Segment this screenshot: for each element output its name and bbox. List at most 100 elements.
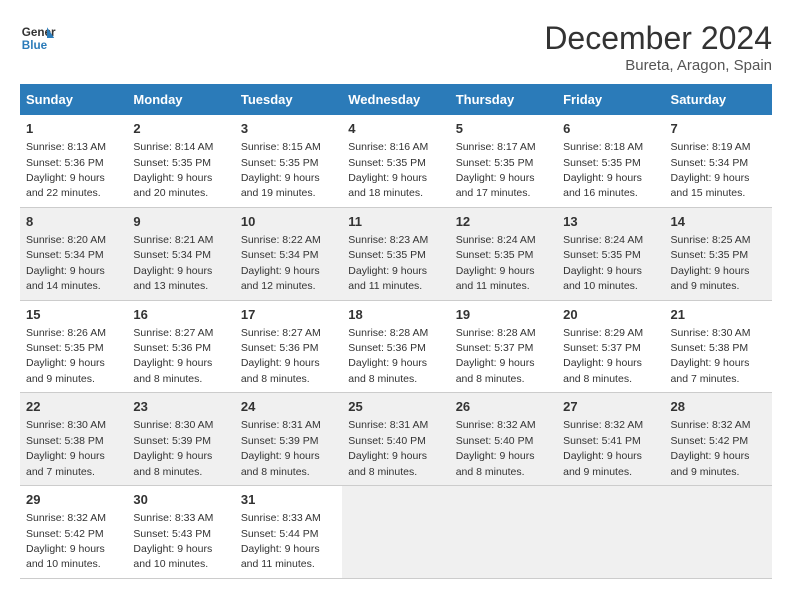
calendar-cell: 18 Sunrise: 8:28 AM Sunset: 5:36 PM Dayl… (342, 300, 449, 393)
sunset-info: Sunset: 5:38 PM (26, 435, 104, 447)
sunset-info: Sunset: 5:34 PM (26, 249, 104, 261)
day-number: 23 (133, 398, 228, 416)
daylight-info: Daylight: 9 hours and 7 minutes. (671, 357, 750, 384)
sunrise-info: Sunrise: 8:25 AM (671, 234, 751, 246)
day-number: 14 (671, 213, 766, 231)
sunrise-info: Sunrise: 8:22 AM (241, 234, 321, 246)
header-sunday: Sunday (20, 84, 127, 115)
day-number: 17 (241, 306, 336, 324)
day-number: 5 (456, 120, 551, 138)
sunrise-info: Sunrise: 8:27 AM (133, 327, 213, 339)
calendar-cell: 17 Sunrise: 8:27 AM Sunset: 5:36 PM Dayl… (235, 300, 342, 393)
day-number: 25 (348, 398, 443, 416)
sunset-info: Sunset: 5:41 PM (563, 435, 641, 447)
sunset-info: Sunset: 5:39 PM (241, 435, 319, 447)
calendar-cell: 26 Sunrise: 8:32 AM Sunset: 5:40 PM Dayl… (450, 393, 557, 486)
sunrise-info: Sunrise: 8:15 AM (241, 141, 321, 153)
sunset-info: Sunset: 5:35 PM (133, 157, 211, 169)
sunrise-info: Sunrise: 8:29 AM (563, 327, 643, 339)
calendar-cell (557, 486, 664, 579)
daylight-info: Daylight: 9 hours and 19 minutes. (241, 172, 320, 199)
daylight-info: Daylight: 9 hours and 8 minutes. (563, 357, 642, 384)
calendar-row: 1 Sunrise: 8:13 AM Sunset: 5:36 PM Dayli… (20, 115, 772, 207)
daylight-info: Daylight: 9 hours and 22 minutes. (26, 172, 105, 199)
sunset-info: Sunset: 5:36 PM (348, 342, 426, 354)
calendar-cell: 21 Sunrise: 8:30 AM Sunset: 5:38 PM Dayl… (665, 300, 772, 393)
sunset-info: Sunset: 5:40 PM (348, 435, 426, 447)
sunrise-info: Sunrise: 8:30 AM (26, 419, 106, 431)
day-number: 16 (133, 306, 228, 324)
daylight-info: Daylight: 9 hours and 8 minutes. (456, 450, 535, 477)
location: Bureta, Aragon, Spain (544, 57, 772, 74)
sunset-info: Sunset: 5:35 PM (456, 249, 534, 261)
calendar-cell: 24 Sunrise: 8:31 AM Sunset: 5:39 PM Dayl… (235, 393, 342, 486)
sunset-info: Sunset: 5:35 PM (348, 157, 426, 169)
sunset-info: Sunset: 5:36 PM (133, 342, 211, 354)
sunset-info: Sunset: 5:36 PM (26, 157, 104, 169)
sunrise-info: Sunrise: 8:32 AM (563, 419, 643, 431)
sunrise-info: Sunrise: 8:17 AM (456, 141, 536, 153)
sunrise-info: Sunrise: 8:19 AM (671, 141, 751, 153)
sunrise-info: Sunrise: 8:24 AM (563, 234, 643, 246)
calendar-cell: 30 Sunrise: 8:33 AM Sunset: 5:43 PM Dayl… (127, 486, 234, 579)
day-number: 11 (348, 213, 443, 231)
sunrise-info: Sunrise: 8:16 AM (348, 141, 428, 153)
sunset-info: Sunset: 5:38 PM (671, 342, 749, 354)
daylight-info: Daylight: 9 hours and 11 minutes. (348, 265, 427, 292)
calendar-cell: 3 Sunrise: 8:15 AM Sunset: 5:35 PM Dayli… (235, 115, 342, 207)
daylight-info: Daylight: 9 hours and 9 minutes. (671, 265, 750, 292)
calendar-cell: 31 Sunrise: 8:33 AM Sunset: 5:44 PM Dayl… (235, 486, 342, 579)
header-thursday: Thursday (450, 84, 557, 115)
calendar-cell: 4 Sunrise: 8:16 AM Sunset: 5:35 PM Dayli… (342, 115, 449, 207)
calendar-cell: 12 Sunrise: 8:24 AM Sunset: 5:35 PM Dayl… (450, 207, 557, 300)
daylight-info: Daylight: 9 hours and 17 minutes. (456, 172, 535, 199)
sunrise-info: Sunrise: 8:24 AM (456, 234, 536, 246)
calendar-cell: 14 Sunrise: 8:25 AM Sunset: 5:35 PM Dayl… (665, 207, 772, 300)
daylight-info: Daylight: 9 hours and 12 minutes. (241, 265, 320, 292)
day-number: 21 (671, 306, 766, 324)
calendar-cell (665, 486, 772, 579)
daylight-info: Daylight: 9 hours and 15 minutes. (671, 172, 750, 199)
weekday-header-row: Sunday Monday Tuesday Wednesday Thursday… (20, 84, 772, 115)
calendar-cell (450, 486, 557, 579)
sunset-info: Sunset: 5:35 PM (671, 249, 749, 261)
daylight-info: Daylight: 9 hours and 7 minutes. (26, 450, 105, 477)
sunrise-info: Sunrise: 8:33 AM (241, 512, 321, 524)
calendar-cell: 29 Sunrise: 8:32 AM Sunset: 5:42 PM Dayl… (20, 486, 127, 579)
daylight-info: Daylight: 9 hours and 8 minutes. (241, 450, 320, 477)
day-number: 31 (241, 491, 336, 509)
day-number: 4 (348, 120, 443, 138)
header-saturday: Saturday (665, 84, 772, 115)
day-number: 1 (26, 120, 121, 138)
daylight-info: Daylight: 9 hours and 10 minutes. (133, 543, 212, 570)
daylight-info: Daylight: 9 hours and 8 minutes. (348, 450, 427, 477)
day-number: 28 (671, 398, 766, 416)
sunset-info: Sunset: 5:37 PM (563, 342, 641, 354)
sunrise-info: Sunrise: 8:33 AM (133, 512, 213, 524)
sunset-info: Sunset: 5:42 PM (671, 435, 749, 447)
sunset-info: Sunset: 5:34 PM (133, 249, 211, 261)
sunrise-info: Sunrise: 8:28 AM (456, 327, 536, 339)
day-number: 12 (456, 213, 551, 231)
page-header: General Blue December 2024 Bureta, Arago… (20, 20, 772, 74)
sunrise-info: Sunrise: 8:26 AM (26, 327, 106, 339)
header-tuesday: Tuesday (235, 84, 342, 115)
calendar-row: 8 Sunrise: 8:20 AM Sunset: 5:34 PM Dayli… (20, 207, 772, 300)
sunset-info: Sunset: 5:44 PM (241, 528, 319, 540)
sunset-info: Sunset: 5:40 PM (456, 435, 534, 447)
daylight-info: Daylight: 9 hours and 13 minutes. (133, 265, 212, 292)
daylight-info: Daylight: 9 hours and 10 minutes. (563, 265, 642, 292)
sunset-info: Sunset: 5:35 PM (563, 157, 641, 169)
logo: General Blue (20, 20, 56, 56)
sunrise-info: Sunrise: 8:28 AM (348, 327, 428, 339)
day-number: 24 (241, 398, 336, 416)
sunrise-info: Sunrise: 8:32 AM (26, 512, 106, 524)
sunrise-info: Sunrise: 8:32 AM (671, 419, 751, 431)
calendar-cell (342, 486, 449, 579)
daylight-info: Daylight: 9 hours and 8 minutes. (241, 357, 320, 384)
calendar-cell: 23 Sunrise: 8:30 AM Sunset: 5:39 PM Dayl… (127, 393, 234, 486)
calendar-cell: 25 Sunrise: 8:31 AM Sunset: 5:40 PM Dayl… (342, 393, 449, 486)
daylight-info: Daylight: 9 hours and 14 minutes. (26, 265, 105, 292)
day-number: 18 (348, 306, 443, 324)
sunset-info: Sunset: 5:37 PM (456, 342, 534, 354)
